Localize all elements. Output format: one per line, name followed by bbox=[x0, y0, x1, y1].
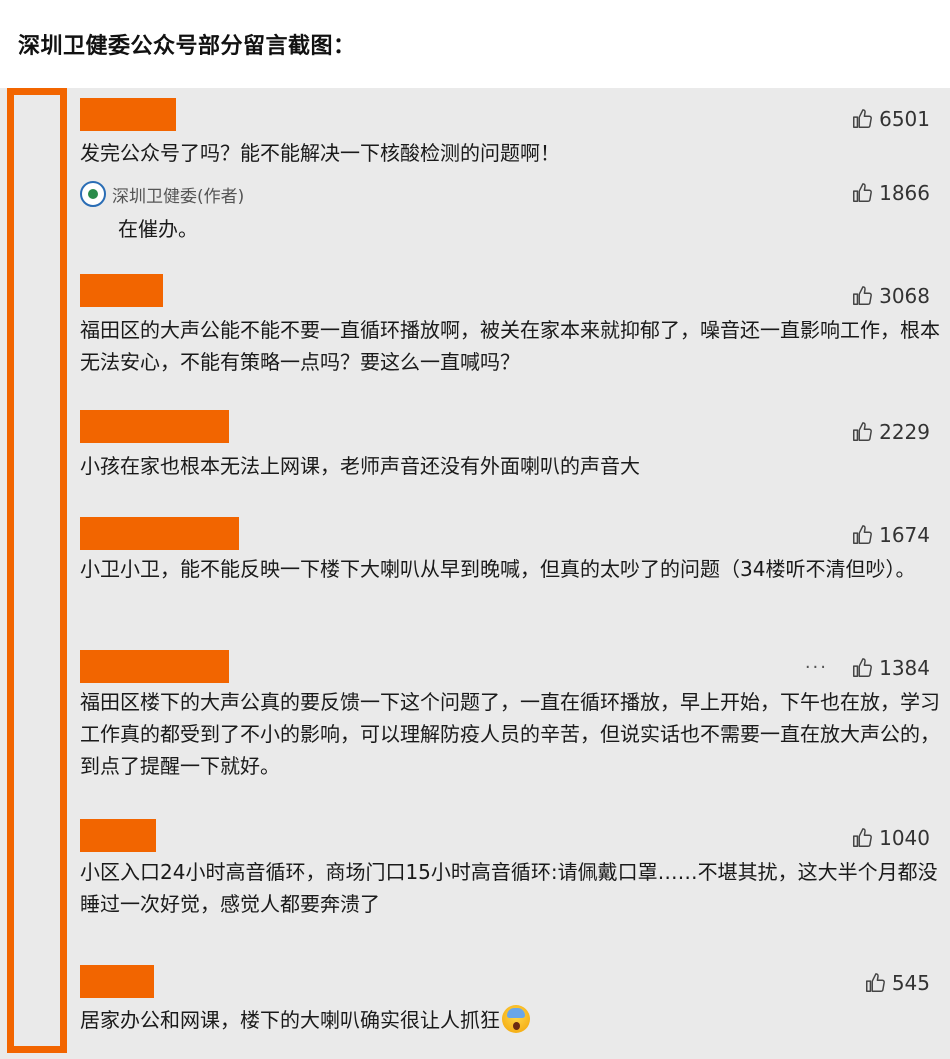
comment-text: 小孩在家也根本无法上网课，老师声音还没有外面喇叭的声音大 bbox=[80, 454, 640, 478]
redacted-username bbox=[80, 650, 229, 683]
author-name: 深圳卫健委(作者) bbox=[112, 186, 245, 207]
comment-text: 发完公众号了吗？能不能解决一下核酸检测的问题啊！ bbox=[80, 141, 560, 165]
thumbs-up-icon bbox=[864, 972, 886, 994]
more-options-icon[interactable]: ··· bbox=[805, 657, 828, 678]
like-button[interactable]: 545 bbox=[864, 971, 930, 995]
redacted-username bbox=[80, 965, 154, 998]
comment-text: 福田区楼下的大声公真的要反馈一下这个问题了，一直在循环播放，早上开始，下午也在放… bbox=[80, 690, 940, 778]
like-button[interactable]: 3068 bbox=[851, 284, 930, 308]
redacted-username bbox=[80, 274, 163, 307]
like-count: 6501 bbox=[879, 107, 930, 131]
like-button[interactable]: 6501 bbox=[851, 107, 930, 131]
like-button[interactable]: 1384 bbox=[851, 656, 930, 680]
like-count: 2229 bbox=[879, 420, 930, 444]
like-count: 545 bbox=[891, 971, 930, 995]
comment-text: 居家办公和网课，楼下的大喇叭确实很让人抓狂 bbox=[80, 1008, 500, 1032]
redacted-username bbox=[80, 517, 239, 550]
reply-like-button[interactable]: 1866 bbox=[851, 181, 930, 205]
like-count: 3068 bbox=[879, 284, 930, 308]
author-logo-icon bbox=[80, 181, 106, 207]
like-count: 1384 bbox=[879, 656, 930, 680]
like-button[interactable]: 1040 bbox=[851, 826, 930, 850]
comment-text-row: 居家办公和网课，楼下的大喇叭确实很让人抓狂 bbox=[80, 1004, 940, 1036]
thumbs-up-icon bbox=[851, 182, 873, 204]
thumbs-up-icon bbox=[851, 827, 873, 849]
thumbs-up-icon bbox=[851, 421, 873, 443]
like-count: 1674 bbox=[879, 523, 930, 547]
thumbs-up-icon bbox=[851, 657, 873, 679]
redacted-username bbox=[80, 98, 176, 131]
like-count: 1040 bbox=[879, 826, 930, 850]
like-button[interactable]: 2229 bbox=[851, 420, 930, 444]
screaming-face-icon bbox=[502, 1005, 530, 1033]
redacted-username bbox=[80, 410, 229, 443]
author-reply-header: 深圳卫健委(作者) bbox=[80, 181, 244, 207]
thumbs-up-icon bbox=[851, 108, 873, 130]
like-count: 1866 bbox=[879, 181, 930, 205]
highlight-bar bbox=[7, 88, 67, 1053]
like-button[interactable]: 1674 bbox=[851, 523, 930, 547]
comment-text: 小卫小卫，能不能反映一下楼下大喇叭从早到晚喊，但真的太吵了的问题（34楼听不清但… bbox=[80, 557, 916, 581]
reply-text: 在催办。 bbox=[118, 217, 198, 241]
comment-text: 福田区的大声公能不能不要一直循环播放啊，被关在家本来就抑郁了，噪音还一直影响工作… bbox=[80, 318, 940, 374]
redacted-username bbox=[80, 819, 156, 852]
thumbs-up-icon bbox=[851, 285, 873, 307]
page-title: 深圳卫健委公众号部分留言截图： bbox=[18, 34, 356, 59]
thumbs-up-icon bbox=[851, 524, 873, 546]
comment-text: 小区入口24小时高音循环，商场门口15小时高音循环:请佩戴口罩……不堪其扰，这大… bbox=[80, 860, 938, 916]
